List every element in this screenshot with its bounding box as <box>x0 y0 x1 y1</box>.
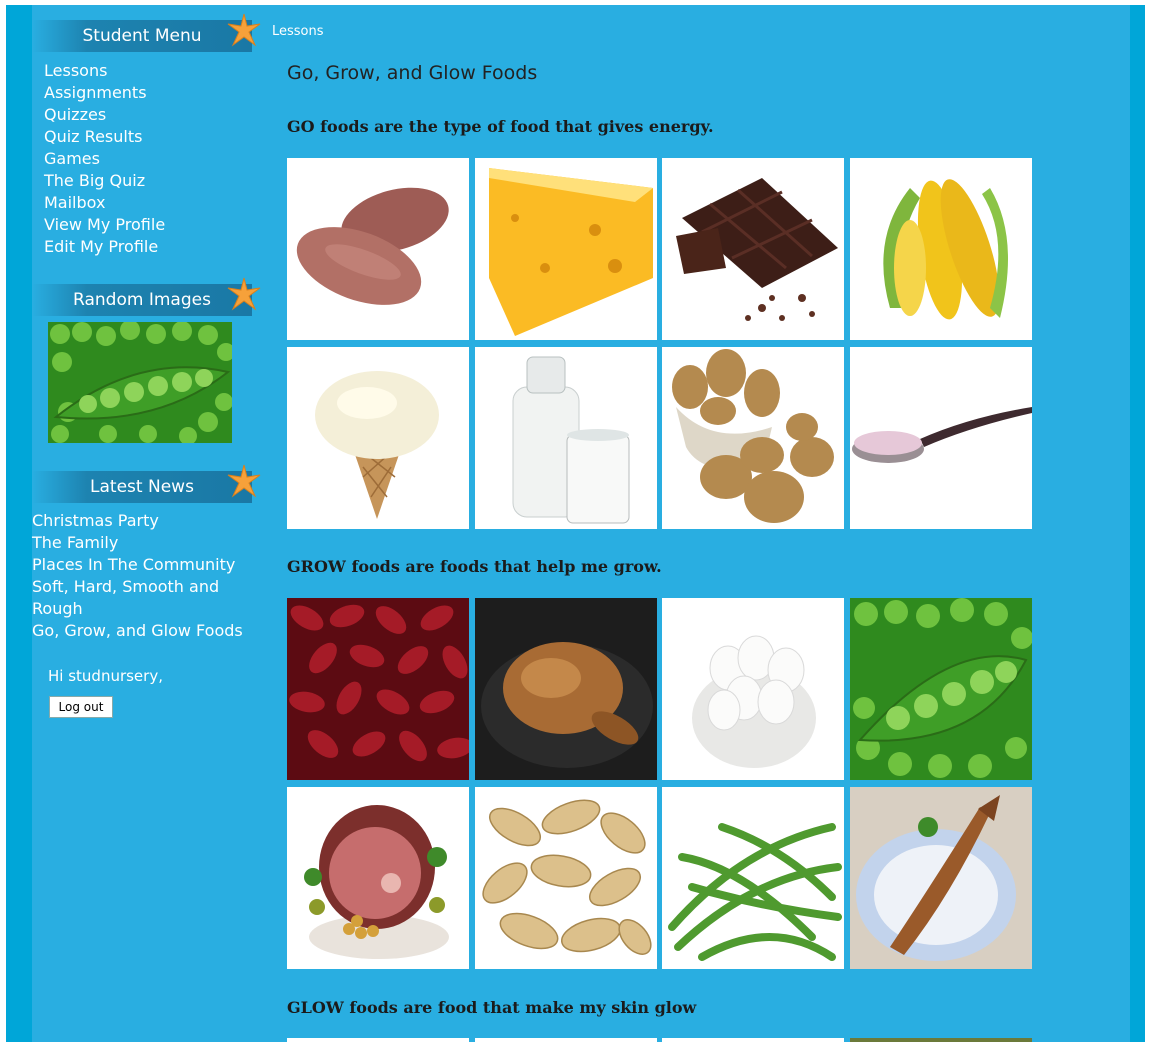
glow-food-image <box>287 1038 469 1042</box>
random-images-title: Random Images <box>73 290 211 310</box>
starfish-icon <box>227 464 261 498</box>
menu-item-edit-profile[interactable]: Edit My Profile <box>44 236 158 258</box>
peas-image <box>850 598 1032 780</box>
news-item-the-family[interactable]: The Family <box>32 532 258 554</box>
page-title: Go, Grow, and Glow Foods <box>287 62 538 84</box>
go-foods-heading: GO foods are the type of food that gives… <box>287 117 714 136</box>
peanuts-image <box>475 787 657 969</box>
milk-image <box>475 347 657 529</box>
menu-item-quiz-results[interactable]: Quiz Results <box>44 126 142 148</box>
potatoes-image <box>662 347 844 529</box>
news-item-soft-hard-smooth-rough[interactable]: Soft, Hard, Smooth and Rough <box>32 576 258 620</box>
cheese-image <box>475 158 657 340</box>
ham-image <box>287 787 469 969</box>
glow-foods-heading: GLOW foods are food that make my skin gl… <box>287 998 697 1017</box>
ice-cream-image <box>287 347 469 529</box>
user-greeting: Hi studnursery, <box>48 667 163 685</box>
glow-food-image <box>475 1038 657 1042</box>
menu-item-lessons[interactable]: Lessons <box>44 60 107 82</box>
kidney-beans-image <box>287 598 469 780</box>
random-peas-image[interactable] <box>48 322 232 443</box>
starfish-icon <box>227 13 261 47</box>
glow-food-image <box>662 1038 844 1042</box>
menu-item-view-profile[interactable]: View My Profile <box>44 214 165 236</box>
corn-image <box>850 158 1032 340</box>
menu-item-games[interactable]: Games <box>44 148 100 170</box>
roast-chicken-image <box>475 598 657 780</box>
fish-image <box>850 787 1032 969</box>
student-menu-header: Student Menu <box>32 20 252 52</box>
browser-viewport: Student Menu Lessons Assignments Quizzes… <box>0 0 1150 1042</box>
breadcrumb[interactable]: Lessons <box>272 24 324 39</box>
glow-food-image <box>850 1038 1032 1042</box>
eggs-image <box>662 598 844 780</box>
menu-item-big-quiz[interactable]: The Big Quiz <box>44 170 145 192</box>
news-item-places-community[interactable]: Places In The Community <box>32 554 258 576</box>
sweet-potato-image <box>287 158 469 340</box>
menu-item-assignments[interactable]: Assignments <box>44 82 147 104</box>
menu-item-quizzes[interactable]: Quizzes <box>44 104 106 126</box>
sugar-spoon-image <box>850 347 1032 529</box>
menu-item-mailbox[interactable]: Mailbox <box>44 192 105 214</box>
news-item-christmas-party[interactable]: Christmas Party <box>32 510 258 532</box>
chocolate-image <box>662 158 844 340</box>
logout-button[interactable]: Log out <box>49 696 113 718</box>
student-menu-title: Student Menu <box>82 26 202 46</box>
random-images-header: Random Images <box>32 284 252 316</box>
news-item-go-grow-glow[interactable]: Go, Grow, and Glow Foods <box>32 620 258 642</box>
starfish-icon <box>227 277 261 311</box>
green-beans-image <box>662 787 844 969</box>
latest-news-header: Latest News <box>32 471 252 503</box>
grow-foods-heading: GROW foods are foods that help me grow. <box>287 557 662 576</box>
latest-news-title: Latest News <box>90 477 194 497</box>
